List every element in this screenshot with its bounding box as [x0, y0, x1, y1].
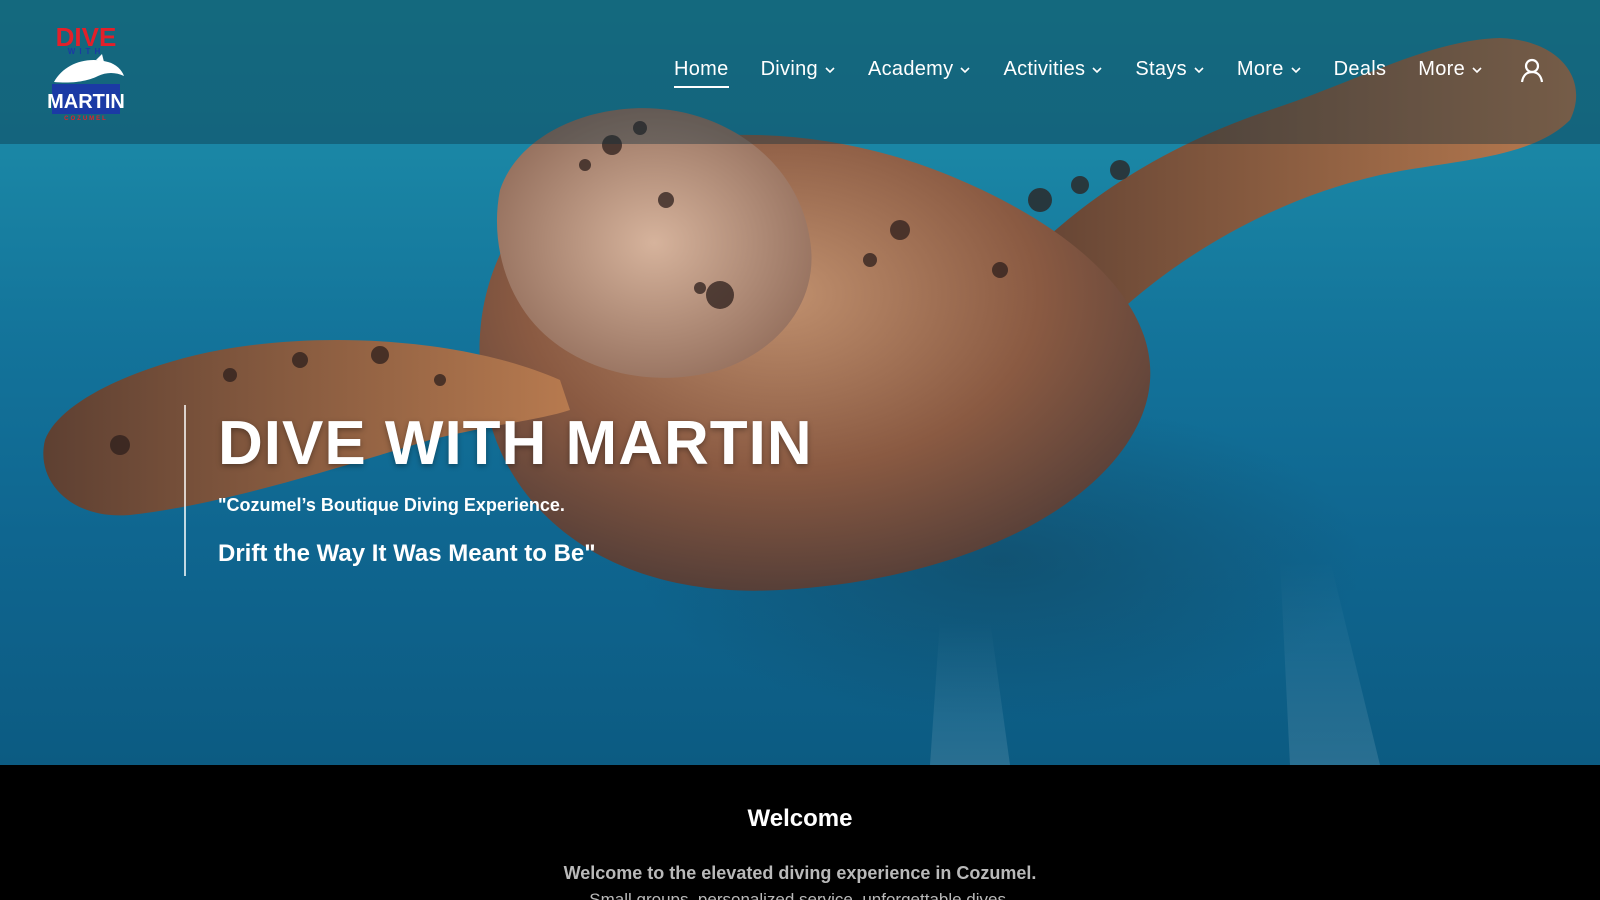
nav-item-academy[interactable]: Academy	[868, 58, 971, 81]
nav-item-stays[interactable]: Stays	[1135, 58, 1205, 81]
nav-item-label: More	[1418, 58, 1466, 80]
chevron-down-icon	[1472, 66, 1482, 73]
nav-item-home[interactable]: Home	[674, 58, 729, 88]
nav-item-activities[interactable]: Activities	[1003, 58, 1103, 81]
chevron-down-icon	[1291, 66, 1301, 73]
hero-text-block: DIVE WITH MARTIN "Cozumel’s Boutique Div…	[184, 405, 884, 576]
hero-tagline: Drift the Way It Was Meant to Be"	[218, 540, 596, 567]
nav-item-label: Stays	[1135, 58, 1187, 80]
dive-with-martin-logo[interactable]: DIVE WITH MARTIN COZUMEL	[46, 22, 126, 122]
svg-text:MARTIN: MARTIN	[47, 91, 125, 113]
main-nav: Home Diving Academy Activities Stays Mor…	[674, 58, 1515, 88]
nav-item-diving[interactable]: Diving	[761, 58, 836, 81]
nav-item-label: Home	[674, 58, 729, 80]
nav-item-label: Activities	[1003, 58, 1086, 80]
welcome-title: Welcome	[747, 805, 853, 832]
nav-item-label: Academy	[867, 58, 954, 80]
chevron-down-icon	[960, 66, 971, 73]
hero-title: DIVE WITH MARTIN	[218, 409, 813, 478]
svg-text:WITH: WITH	[68, 47, 104, 56]
nav-item-deals[interactable]: Deals	[1334, 58, 1387, 81]
nav-item-label: Deals	[1333, 58, 1387, 80]
nav-item-label: Diving	[760, 58, 818, 80]
account-button[interactable]	[1520, 58, 1544, 84]
welcome-section: Welcome Welcome to the elevated diving e…	[0, 765, 1600, 900]
user-icon	[1520, 58, 1544, 83]
welcome-body: Small groups, personalized service, unfo…	[589, 890, 1011, 900]
nav-item-label: More	[1236, 58, 1284, 80]
svg-text:COZUMEL: COZUMEL	[64, 116, 108, 122]
chevron-down-icon	[1092, 66, 1102, 73]
site-header: DIVE WITH MARTIN COZUMEL Home Diving Aca…	[0, 0, 1600, 144]
hero-section: DIVE WITH MARTIN COZUMEL Home Diving Aca…	[0, 0, 1600, 765]
hero-subtitle: "Cozumel’s Boutique Diving Experience.	[218, 495, 565, 515]
nav-item-more-1[interactable]: More	[1237, 58, 1302, 81]
chevron-down-icon	[1194, 66, 1204, 73]
nav-item-more-2[interactable]: More	[1418, 58, 1483, 81]
chevron-down-icon	[825, 66, 835, 73]
welcome-lead: Welcome to the elevated diving experienc…	[563, 863, 1037, 883]
